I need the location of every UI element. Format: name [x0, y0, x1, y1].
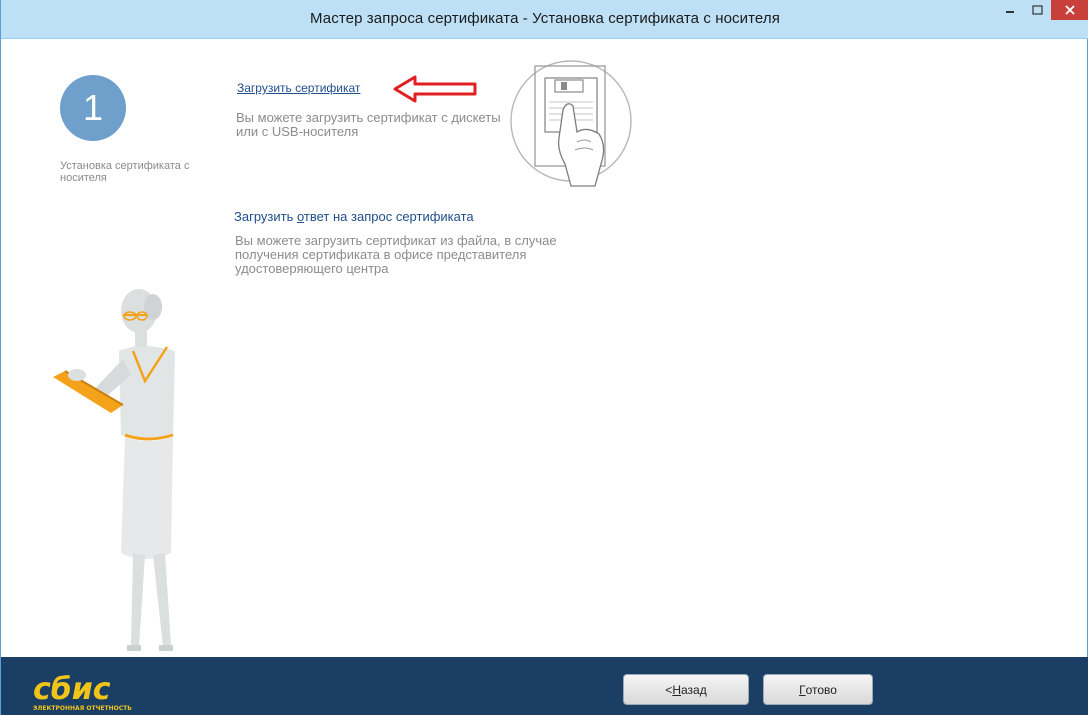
link-text-prefix: Загрузить [234, 209, 297, 224]
close-icon [1065, 5, 1075, 15]
sbis-logo: сбис ЭЛЕКТРОННАЯ ОТЧЕТНОСТЬ [33, 672, 132, 712]
step-label: Установка сертификата с носителя [60, 160, 190, 184]
title-bar[interactable]: Мастер запроса сертификата - Установка с… [1, 0, 1088, 39]
back-button[interactable]: < Назад [623, 674, 749, 705]
maximize-button[interactable] [1024, 0, 1051, 20]
woman-illustration [53, 289, 175, 651]
load-certificate-link[interactable]: Загрузить сертификат [237, 81, 360, 95]
minimize-icon [1006, 11, 1014, 13]
step-number-badge: 1 [60, 75, 126, 141]
load-certificate-response-link[interactable]: Загрузить ответ на запрос сертификата [234, 209, 474, 224]
window-title: Мастер запроса сертификата - Установка с… [310, 10, 780, 27]
red-arrow-icon [393, 75, 477, 103]
load-certificate-description: Вы можете загрузить сертификат с дискеты… [236, 110, 501, 139]
logo-subtitle: ЭЛЕКТРОННАЯ ОТЧЕТНОСТЬ [33, 705, 132, 712]
floppy-disk-hand-illustration [510, 60, 632, 187]
wizard-window: Мастер запроса сертификата - Установка с… [0, 0, 1088, 715]
done-button-suffix: отово [805, 682, 837, 697]
load-certificate-response-description: Вы можете загрузить сертификат из файла,… [235, 233, 557, 276]
link-text-suffix: твет на запрос сертификата [303, 209, 474, 224]
back-button-suffix: азад [680, 682, 707, 697]
back-button-accelerator: Н [672, 682, 681, 697]
logo-wordmark: сбис [33, 672, 111, 707]
step-sidebar: 1 Установка сертификата с носителя [1, 39, 221, 657]
link-text-accelerator: о [296, 209, 304, 224]
back-button-prefix: < [665, 682, 673, 697]
minimize-button[interactable] [996, 0, 1024, 20]
done-button[interactable]: Готово [763, 674, 873, 705]
maximize-icon [1032, 5, 1043, 15]
wizard-footer: сбис ЭЛЕКТРОННАЯ ОТЧЕТНОСТЬ < Назад Гото… [1, 657, 1088, 715]
close-button[interactable] [1051, 0, 1088, 20]
